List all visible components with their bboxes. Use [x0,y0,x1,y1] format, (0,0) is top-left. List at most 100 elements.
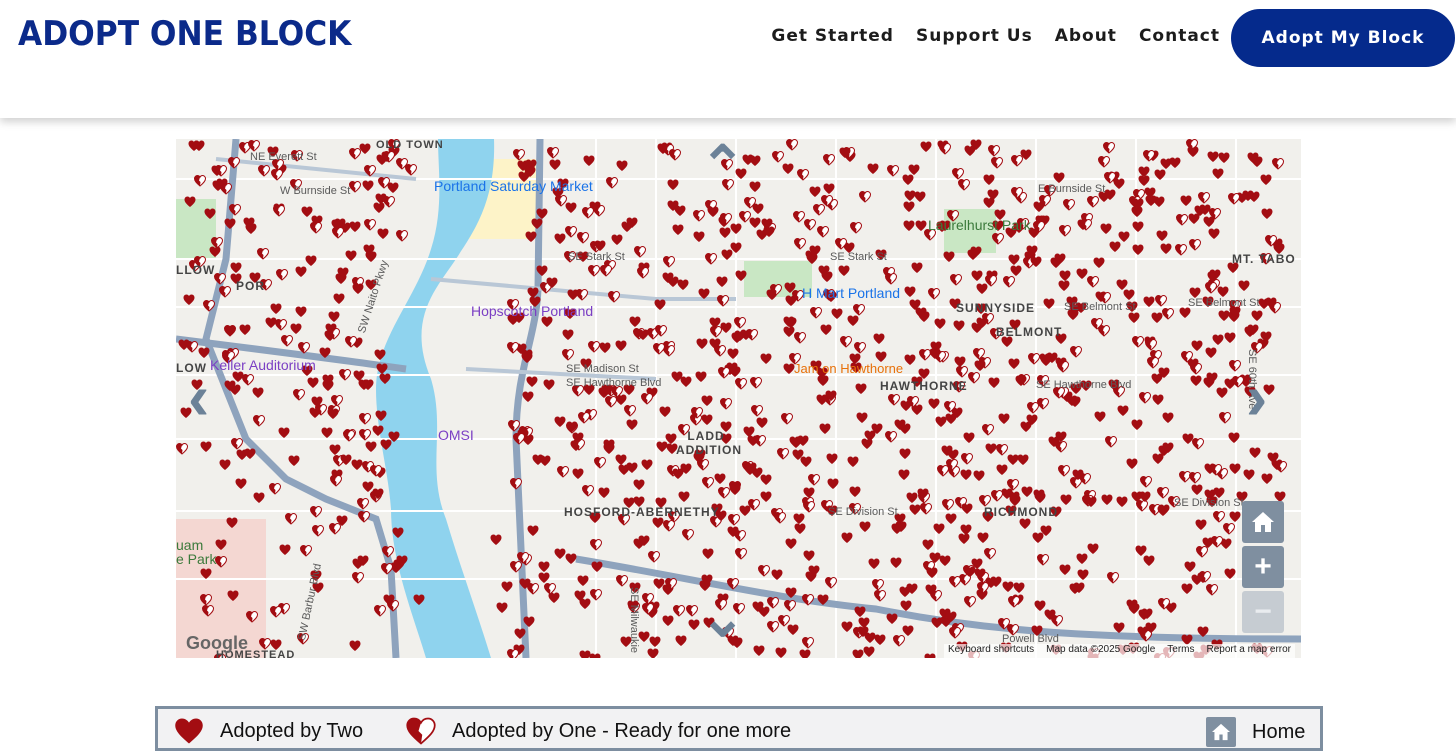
adopted-one-marker[interactable] [270,168,284,181]
adopted-one-marker[interactable] [297,341,311,354]
adopted-one-marker[interactable] [543,582,557,595]
adopted-one-marker[interactable] [587,264,601,277]
adopted-two-marker[interactable] [1162,412,1174,424]
adopted-one-marker[interactable] [311,524,325,537]
adopted-two-marker[interactable] [749,181,761,193]
adopted-two-marker[interactable] [1058,280,1070,292]
adopted-one-marker[interactable] [381,545,395,558]
adopted-two-marker[interactable] [823,183,835,195]
adopted-two-marker[interactable] [672,224,684,236]
adopted-two-marker[interactable] [239,324,251,336]
adopted-two-marker[interactable] [543,379,555,391]
adopted-one-marker[interactable] [1102,141,1116,154]
adopted-two-marker[interactable] [909,504,921,516]
adopted-two-marker[interactable] [847,456,859,468]
adopted-one-marker[interactable] [936,464,950,477]
adopted-one-marker[interactable] [766,596,780,609]
adopted-one-marker[interactable] [948,626,962,639]
adopted-two-marker[interactable] [1249,447,1261,459]
adopted-two-marker[interactable] [626,419,638,431]
adopted-one-marker[interactable] [1058,224,1072,237]
adopted-two-marker[interactable] [943,251,955,263]
adopted-two-marker[interactable] [960,524,972,536]
adopted-two-marker[interactable] [783,363,795,375]
adopted-one-marker[interactable] [576,231,590,244]
adopted-one-marker[interactable] [1175,213,1189,226]
adopted-two-marker[interactable] [184,196,196,208]
adopted-two-marker[interactable] [1076,553,1088,565]
adopted-two-marker[interactable] [662,615,674,627]
adopted-two-marker[interactable] [659,406,671,418]
adopted-two-marker[interactable] [224,218,236,230]
adopted-two-marker[interactable] [295,306,307,318]
adopted-one-marker[interactable] [809,306,823,319]
adopted-one-marker[interactable] [957,178,971,191]
adopted-two-marker[interactable] [1224,568,1236,580]
adopted-two-marker[interactable] [1017,454,1029,466]
adopted-two-marker[interactable] [1248,191,1260,203]
adopted-two-marker[interactable] [525,231,537,243]
adopted-two-marker[interactable] [1116,279,1128,291]
adopted-two-marker[interactable] [1008,358,1020,370]
adopted-one-marker[interactable] [1274,460,1288,473]
adopted-two-marker[interactable] [890,557,902,569]
adopted-two-marker[interactable] [720,322,732,334]
adopted-one-marker[interactable] [1002,275,1016,288]
adopted-two-marker[interactable] [1138,166,1150,178]
adopted-two-marker[interactable] [598,487,610,499]
adopted-one-marker[interactable] [1036,397,1050,410]
adopted-one-marker[interactable] [783,599,797,612]
adopted-two-marker[interactable] [1002,581,1014,593]
adopted-two-marker[interactable] [531,218,543,230]
adopted-two-marker[interactable] [229,384,241,396]
adopted-two-marker[interactable] [1191,340,1203,352]
adopted-one-marker[interactable] [268,482,282,495]
adopted-two-marker[interactable] [1128,312,1140,324]
adopted-one-marker[interactable] [615,574,629,587]
adopted-two-marker[interactable] [1143,555,1155,567]
adopted-two-marker[interactable] [958,533,970,545]
adopted-one-marker[interactable] [1271,157,1285,170]
adopted-one-marker[interactable] [1104,435,1118,448]
adopted-two-marker[interactable] [928,398,940,410]
adopted-one-marker[interactable] [822,153,836,166]
adopted-one-marker[interactable] [717,366,731,379]
adopted-two-marker[interactable] [1212,334,1224,346]
adopted-one-marker[interactable] [738,210,752,223]
adopted-two-marker[interactable] [849,486,861,498]
adopted-one-marker[interactable] [773,511,787,524]
adopted-one-marker[interactable] [633,245,647,258]
adopted-two-marker[interactable] [301,206,313,218]
adopted-two-marker[interactable] [413,594,425,606]
adopted-one-marker[interactable] [309,221,323,234]
adopted-two-marker[interactable] [1131,419,1143,431]
adopted-one-marker[interactable] [771,150,785,163]
adopted-two-marker[interactable] [911,262,923,274]
adopted-one-marker[interactable] [884,272,898,285]
adopted-one-marker[interactable] [951,167,965,180]
adopted-one-marker[interactable] [607,290,621,303]
adopted-two-marker[interactable] [1180,195,1192,207]
adopted-two-marker[interactable] [998,413,1010,425]
adopted-two-marker[interactable] [321,427,333,439]
adopted-one-marker[interactable] [581,484,595,497]
adopted-two-marker[interactable] [678,491,690,503]
adopted-two-marker[interactable] [1181,583,1193,595]
adopted-one-marker[interactable] [960,452,974,465]
nav-contact[interactable]: Contact [1139,26,1220,46]
adopted-two-marker[interactable] [656,441,668,453]
adopted-one-marker[interactable] [812,203,826,216]
adopted-one-marker[interactable] [358,412,372,425]
adopted-two-marker[interactable] [1260,174,1272,186]
adopted-two-marker[interactable] [1143,296,1155,308]
adopted-two-marker[interactable] [329,444,341,456]
adopted-one-marker[interactable] [587,340,601,353]
adopted-one-marker[interactable] [581,206,595,219]
adopted-two-marker[interactable] [674,205,686,217]
adopted-two-marker[interactable] [349,640,361,652]
adopted-one-marker[interactable] [512,432,526,445]
adopted-one-marker[interactable] [256,247,270,260]
adopted-one-marker[interactable] [512,148,526,161]
adopted-one-marker[interactable] [185,340,199,353]
adopted-one-marker[interactable] [1057,464,1071,477]
